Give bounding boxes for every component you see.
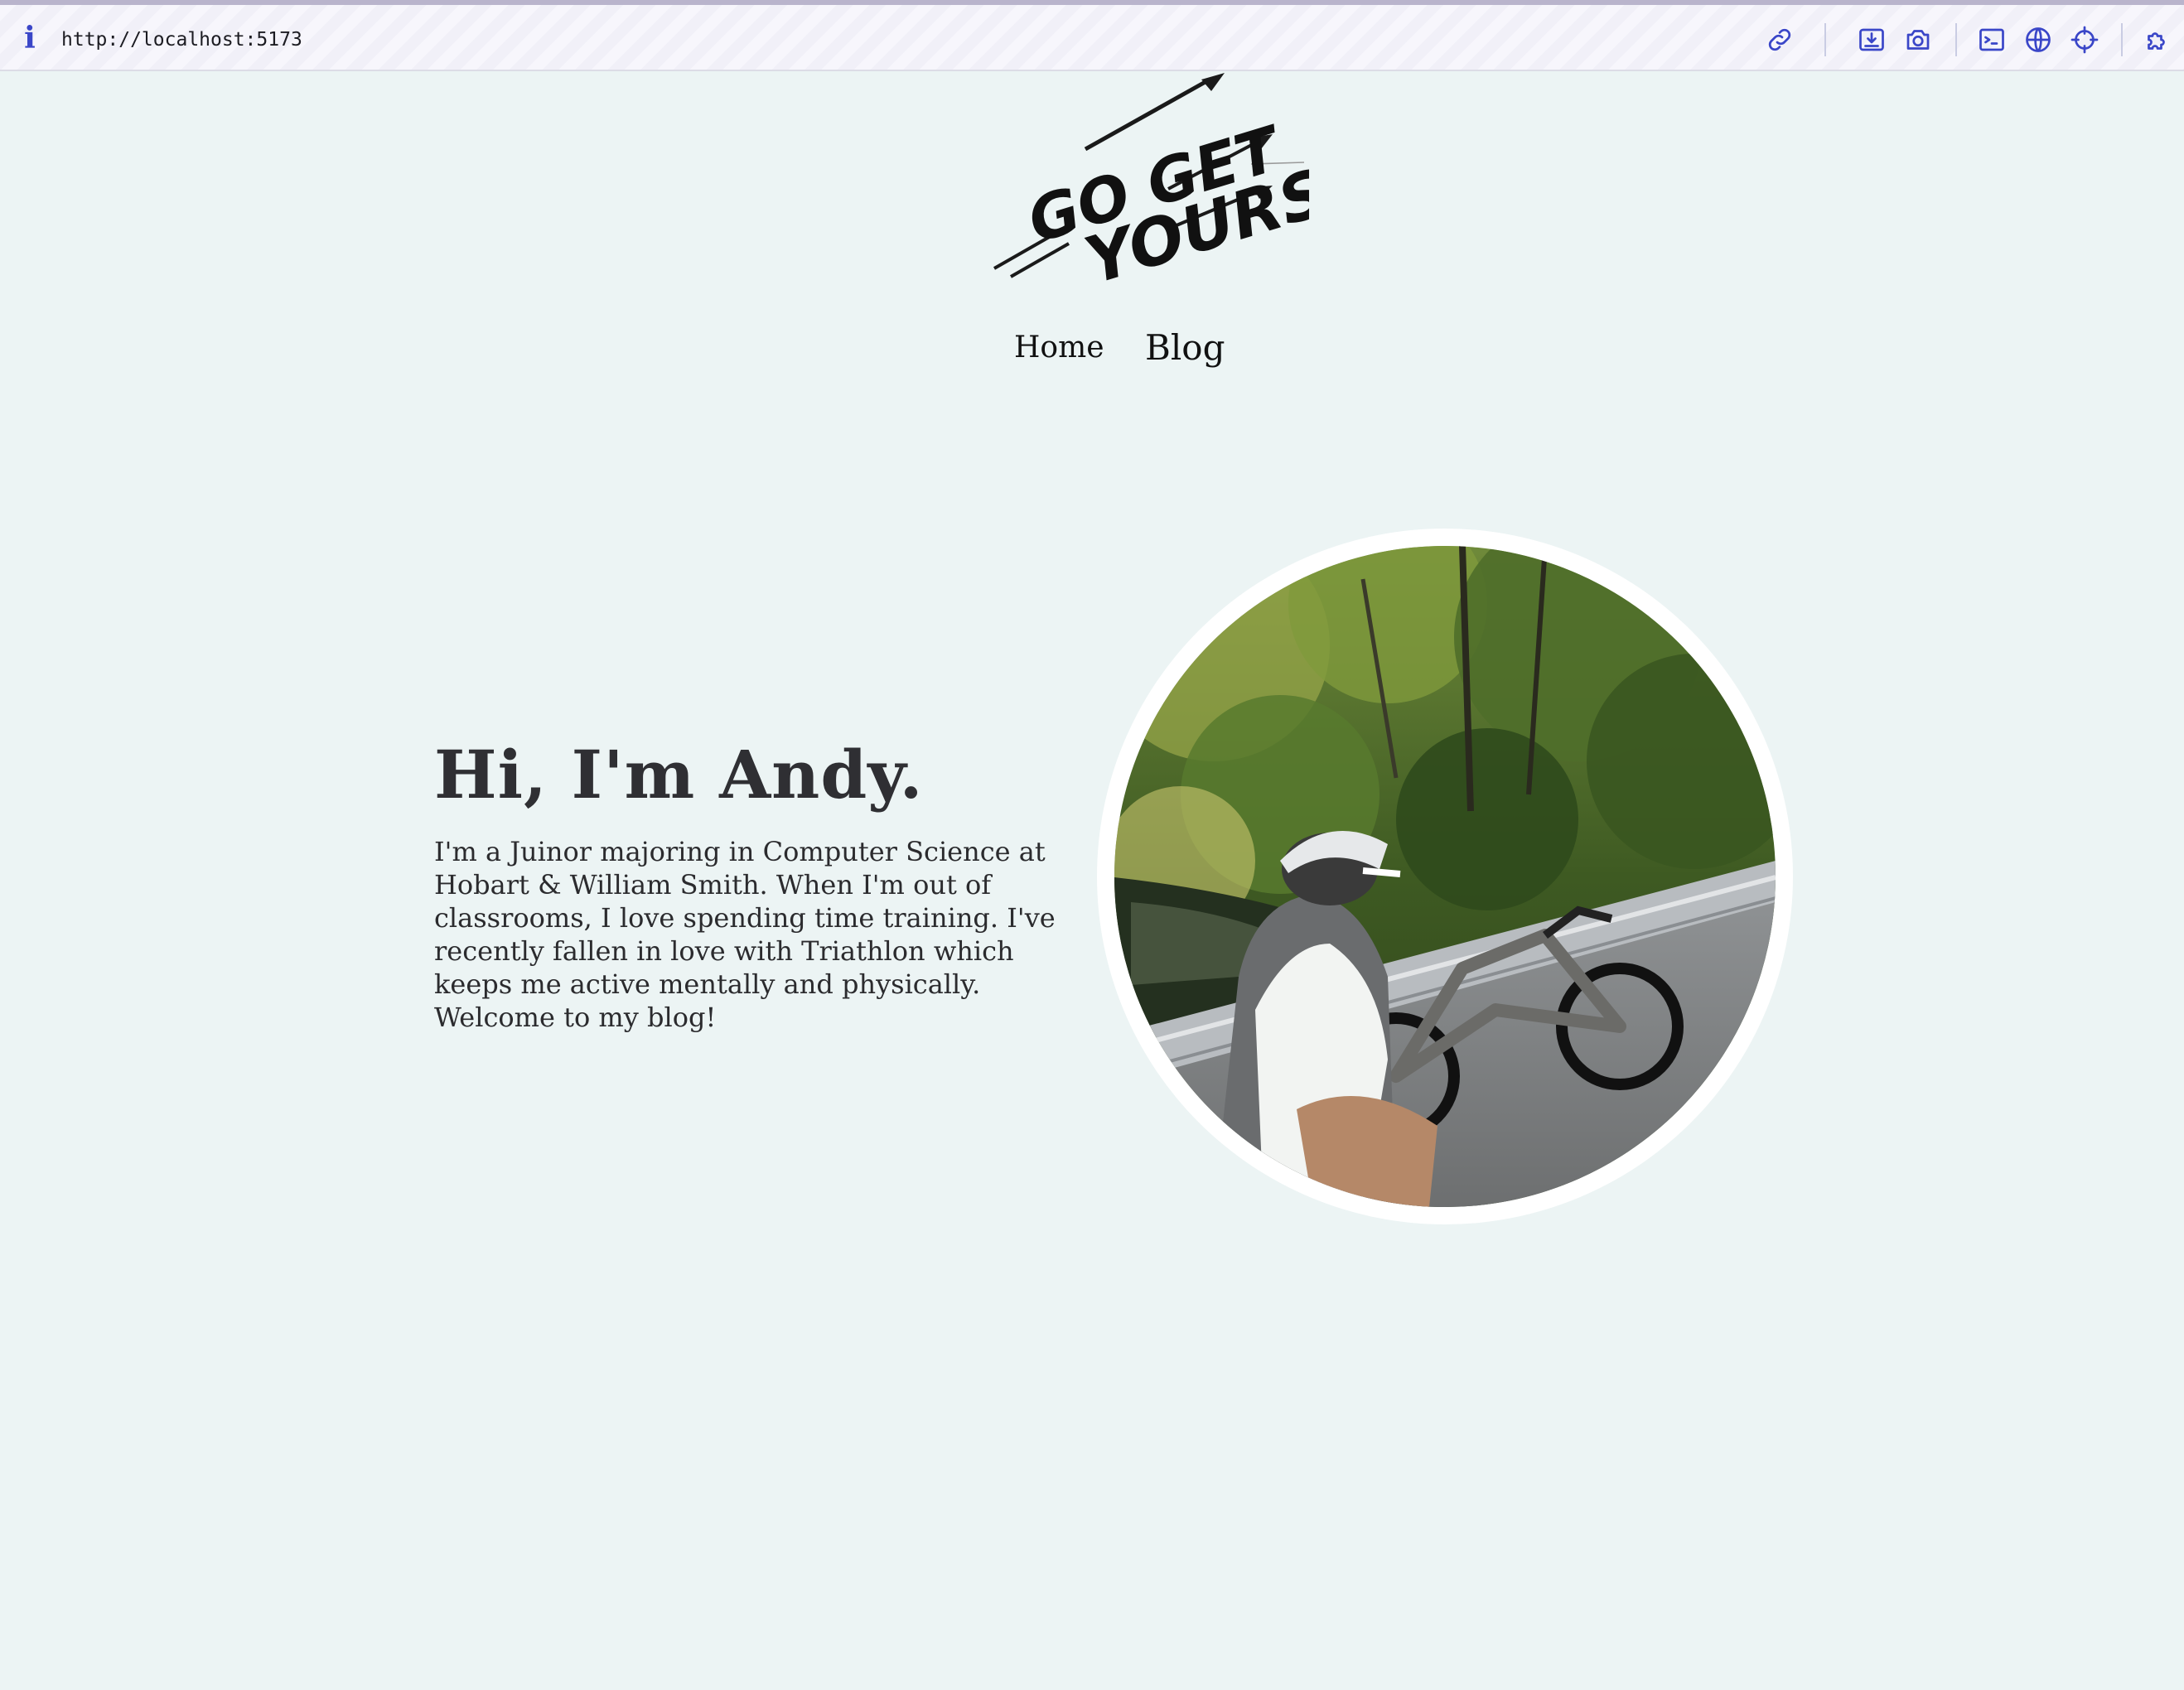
globe-icon[interactable] — [2023, 25, 2053, 55]
nav-home-link[interactable]: Home — [1014, 323, 1104, 373]
camera-icon[interactable] — [1903, 25, 1933, 55]
main-nav: Home Blog — [994, 323, 1243, 373]
toolbar-divider — [2121, 23, 2123, 56]
hero-bio: I'm a Juinor majoring in Computer Scienc… — [434, 836, 1056, 1033]
profile-photo — [1114, 546, 1776, 1207]
nav-blog-link[interactable]: Blog — [1145, 323, 1225, 373]
toolbar-divider — [1824, 23, 1826, 56]
download-screenshot-icon[interactable] — [1857, 25, 1887, 55]
terminal-icon[interactable] — [1977, 25, 2007, 55]
link-icon[interactable] — [1765, 25, 1795, 55]
hero-heading: Hi, I'm Andy. — [434, 736, 924, 814]
crosshair-icon[interactable] — [2070, 25, 2099, 55]
address-bar-url[interactable]: http://localhost:5173 — [61, 25, 302, 55]
info-icon[interactable]: i — [18, 22, 41, 55]
extension-icon[interactable] — [2143, 25, 2172, 55]
browser-toolbar: i http://localhost:5173 — [0, 5, 2184, 71]
toolbar-divider — [1955, 23, 1957, 56]
site-logo[interactable]: GO GET YOURS — [961, 73, 1309, 288]
